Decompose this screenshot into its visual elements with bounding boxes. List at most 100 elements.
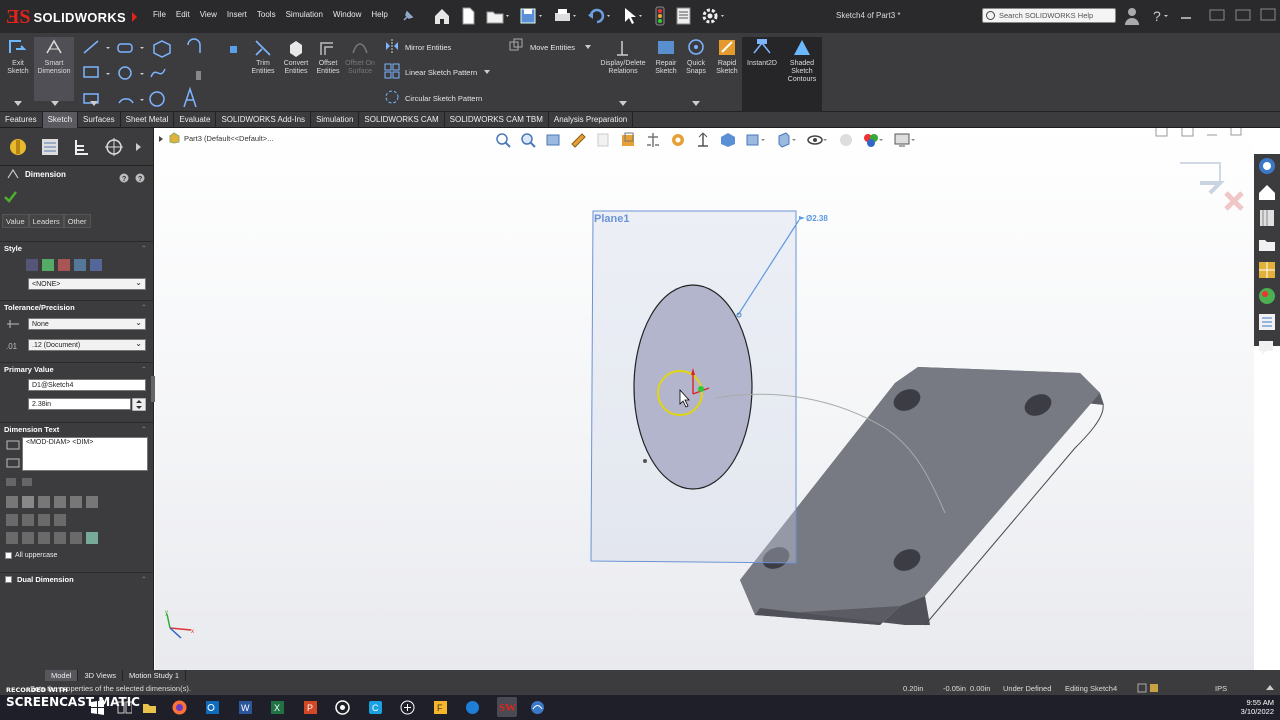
custom-properties-icon[interactable] xyxy=(1254,310,1280,334)
shaded-sketch-contours-button[interactable]: Shaded Sketch Contours xyxy=(782,37,822,112)
menu-edit[interactable]: Edit xyxy=(171,10,195,19)
primary-value-section-header[interactable]: Primary Value xyxy=(0,362,153,377)
select-cursor-icon[interactable] xyxy=(620,5,646,27)
print-icon[interactable] xyxy=(552,5,580,27)
move-entities-button[interactable]: Move Entities xyxy=(530,43,575,52)
caret-down-icon[interactable] xyxy=(585,45,591,50)
excel-icon[interactable]: X xyxy=(270,700,285,715)
dimension-text-section-header[interactable]: Dimension Text xyxy=(0,422,153,437)
media-app-icon[interactable] xyxy=(335,700,350,715)
tab-model[interactable]: Model xyxy=(45,670,79,681)
window-restore-icon[interactable] xyxy=(1208,8,1226,22)
solidworks-logo[interactable]: ƎS SOLIDWORKS xyxy=(6,6,142,28)
outlook-icon[interactable] xyxy=(205,700,220,715)
dimension-text-area[interactable]: <MOD-DIAM> <DIM> xyxy=(22,437,148,471)
user-account-icon[interactable] xyxy=(1124,6,1140,26)
dual-dimension-section-header[interactable]: Dual Dimension xyxy=(0,572,153,587)
screencast-app-icon[interactable] xyxy=(530,700,545,715)
instant2d-button[interactable]: Instant2D xyxy=(742,37,782,112)
search-help-input[interactable]: Search SOLIDWORKS Help xyxy=(982,8,1116,23)
caret-down-icon[interactable] xyxy=(484,70,490,75)
property-manager-tab-icon[interactable] xyxy=(38,136,62,158)
exit-sketch-button[interactable]: Exit Sketch xyxy=(3,37,33,109)
subtab-value[interactable]: Value xyxy=(2,214,29,228)
rebuild-status-icon[interactable] xyxy=(1136,683,1162,693)
display-delete-relations-button[interactable]: Display/Delete Relations xyxy=(597,37,649,109)
firefox-icon[interactable] xyxy=(172,700,187,715)
caret-down-icon[interactable] xyxy=(90,101,98,107)
design-library-icon[interactable] xyxy=(1254,206,1280,230)
expand-arrow-icon[interactable] xyxy=(134,136,144,158)
tolerance-section-header[interactable]: Tolerance/Precision xyxy=(0,300,153,315)
configuration-manager-tab-icon[interactable] xyxy=(70,136,94,158)
caret-down-icon[interactable] xyxy=(692,101,700,107)
dimxpert-tab-icon[interactable] xyxy=(102,136,126,158)
feature-manager-tab-icon[interactable] xyxy=(6,136,30,158)
window-maximize-icon[interactable] xyxy=(1234,8,1252,22)
text-position-icon[interactable] xyxy=(6,439,20,451)
rebuild-traffic-light-icon[interactable] xyxy=(652,5,668,27)
repair-sketch-button[interactable]: Repair Sketch xyxy=(651,37,681,109)
style-select[interactable]: <NONE> xyxy=(28,277,146,290)
powerpoint-icon[interactable]: P xyxy=(303,700,318,715)
tab-sketch[interactable]: Sketch xyxy=(42,112,79,128)
tolerance-type-select[interactable]: None xyxy=(28,317,146,330)
menu-file[interactable]: File xyxy=(148,10,171,19)
view-palette-icon[interactable] xyxy=(1254,258,1280,282)
subtab-other[interactable]: Other xyxy=(63,214,91,228)
all-uppercase-checkbox[interactable] xyxy=(5,552,12,559)
all-uppercase-checkbox-row[interactable]: All uppercase xyxy=(5,552,57,559)
screenshot-app-icon[interactable]: C xyxy=(368,700,383,715)
appearances-icon[interactable] xyxy=(1254,284,1280,308)
tab-surfaces[interactable]: Surfaces xyxy=(78,112,121,128)
offset-on-surface-button[interactable]: Offset On Surface xyxy=(344,37,376,109)
pdf-reader-icon[interactable]: F xyxy=(433,700,448,715)
tab-simulation[interactable]: Simulation xyxy=(311,112,360,128)
offset-entities-button[interactable]: Offset Entities xyxy=(312,37,344,109)
undo-icon[interactable] xyxy=(586,5,614,27)
tab-solidworks-cam-tbm[interactable]: SOLIDWORKS CAM TBM xyxy=(445,112,549,128)
diameter-dimension-callout[interactable]: Ø2.38 xyxy=(799,214,828,223)
options-gear-icon[interactable] xyxy=(700,5,728,27)
file-properties-icon[interactable] xyxy=(674,5,694,27)
convert-entities-button[interactable]: Convert Entities xyxy=(280,37,312,109)
caret-up-icon[interactable] xyxy=(1266,685,1274,691)
tab-features[interactable]: Features xyxy=(0,112,43,128)
help-icon[interactable]: ? xyxy=(135,173,145,183)
window-minimize-icon[interactable] xyxy=(1180,10,1192,20)
linear-sketch-pattern-button[interactable]: Linear Sketch Pattern xyxy=(405,68,477,77)
smart-dimension-button[interactable]: Smart Dimension xyxy=(34,37,74,101)
rapid-sketch-button[interactable]: Rapid Sketch xyxy=(712,37,742,109)
trim-entities-button[interactable]: Trim Entities xyxy=(248,37,278,109)
file-explorer-taskbar-icon[interactable] xyxy=(142,700,157,715)
help-icon[interactable]: ? xyxy=(1150,8,1170,24)
tab-solidworks-add-ins[interactable]: SOLIDWORKS Add-Ins xyxy=(216,112,312,128)
edge-icon[interactable] xyxy=(465,700,480,715)
tab-solidworks-cam[interactable]: SOLIDWORKS CAM xyxy=(359,112,445,128)
open-folder-icon[interactable] xyxy=(484,5,512,27)
style-favorites-icons[interactable] xyxy=(25,258,105,272)
home-icon[interactable] xyxy=(432,5,452,27)
system-clock[interactable]: 9:55 AM 3/10/2022 xyxy=(1241,698,1274,716)
quick-snaps-button[interactable]: Quick Snaps xyxy=(682,37,710,109)
text-justification-icons[interactable] xyxy=(4,478,114,548)
sketch-tools-grid[interactable] xyxy=(80,37,240,109)
calculator-icon[interactable] xyxy=(400,700,415,715)
model-scene[interactable]: Plane1 Ø2.38 x y xyxy=(155,128,1254,670)
solidworks-taskbar-icon[interactable]: SW xyxy=(497,697,517,717)
caret-down-icon[interactable] xyxy=(51,101,59,107)
menu-view[interactable]: View xyxy=(195,10,222,19)
tab-motion-study-1[interactable]: Motion Study 1 xyxy=(123,670,187,681)
new-document-icon[interactable] xyxy=(458,5,478,27)
forum-icon[interactable] xyxy=(1254,336,1280,360)
menu-tools[interactable]: Tools xyxy=(252,10,281,19)
primary-value-field[interactable]: 2.38in xyxy=(28,398,131,410)
menu-window[interactable]: Window xyxy=(328,10,366,19)
primary-name-field[interactable]: D1@Sketch4 xyxy=(28,379,146,391)
tab-3d-views[interactable]: 3D Views xyxy=(78,670,123,681)
pin-icon[interactable] xyxy=(402,10,414,22)
window-close-icon[interactable] xyxy=(1260,8,1276,22)
menu-simulation[interactable]: Simulation xyxy=(281,10,328,19)
save-icon[interactable] xyxy=(518,5,546,27)
status-units[interactable]: IPS xyxy=(1215,684,1227,693)
